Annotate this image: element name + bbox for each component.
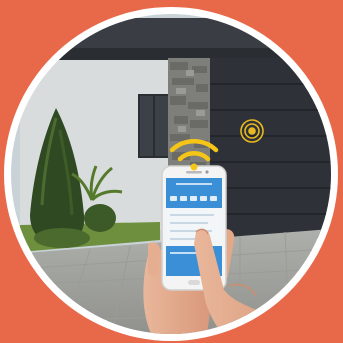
phone-home-button xyxy=(188,280,200,285)
smart-garage-scene xyxy=(0,0,343,343)
low-hedge xyxy=(34,228,90,248)
app-title-bar xyxy=(176,183,212,185)
phone-camera xyxy=(205,170,209,174)
app-header xyxy=(166,178,222,208)
app-panel-line xyxy=(170,252,200,254)
round-bush xyxy=(84,204,116,232)
illustration xyxy=(0,0,343,343)
phone-speaker xyxy=(186,171,202,174)
signal-icon xyxy=(240,119,264,143)
